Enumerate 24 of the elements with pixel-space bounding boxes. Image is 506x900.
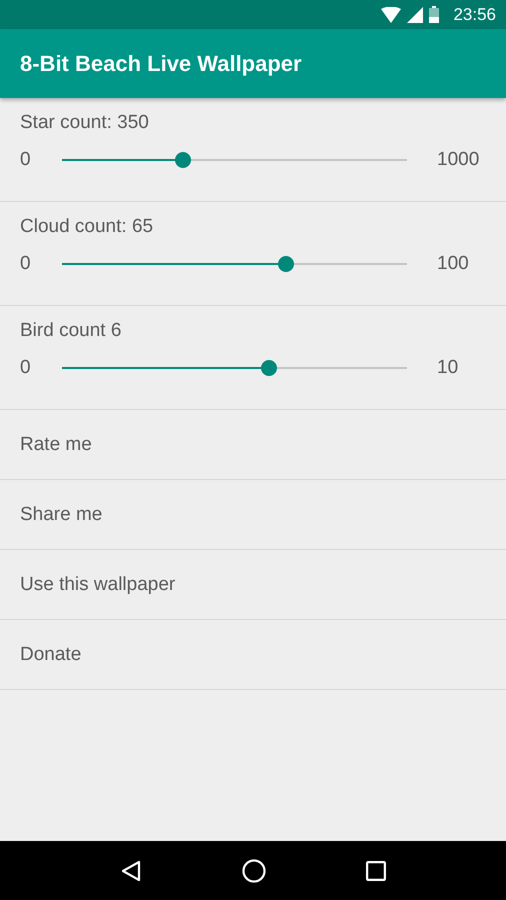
battery-icon xyxy=(429,6,440,23)
max-value: 10 xyxy=(437,357,458,379)
app-title: 8-Bit Beach Live Wallpaper xyxy=(20,50,302,76)
slider-thumb[interactable] xyxy=(174,152,191,168)
back-icon[interactable] xyxy=(120,860,142,882)
slider-label: Cloud count: 65 xyxy=(20,216,154,238)
recents-icon[interactable] xyxy=(366,860,386,880)
slider-thumb[interactable] xyxy=(261,360,277,376)
list-item[interactable]: Share me xyxy=(0,480,506,550)
min-value: 0 xyxy=(20,149,32,171)
list-item[interactable]: Use this wallpaper xyxy=(0,550,506,620)
slider-label: Bird count 6 xyxy=(20,320,122,342)
clock-time: 23:56 xyxy=(453,4,496,24)
max-value: 100 xyxy=(437,253,469,275)
slider-label: Star count: 350 xyxy=(20,112,150,134)
min-value: 0 xyxy=(20,357,32,379)
home-icon[interactable] xyxy=(242,858,266,882)
wifi-icon xyxy=(381,6,402,22)
slider-thumb[interactable] xyxy=(278,256,294,272)
signal-icon xyxy=(407,6,424,22)
list-item[interactable]: Donate xyxy=(0,620,506,690)
max-value: 1000 xyxy=(437,149,480,171)
list-item[interactable]: Rate me xyxy=(0,410,506,480)
min-value: 0 xyxy=(20,253,32,275)
